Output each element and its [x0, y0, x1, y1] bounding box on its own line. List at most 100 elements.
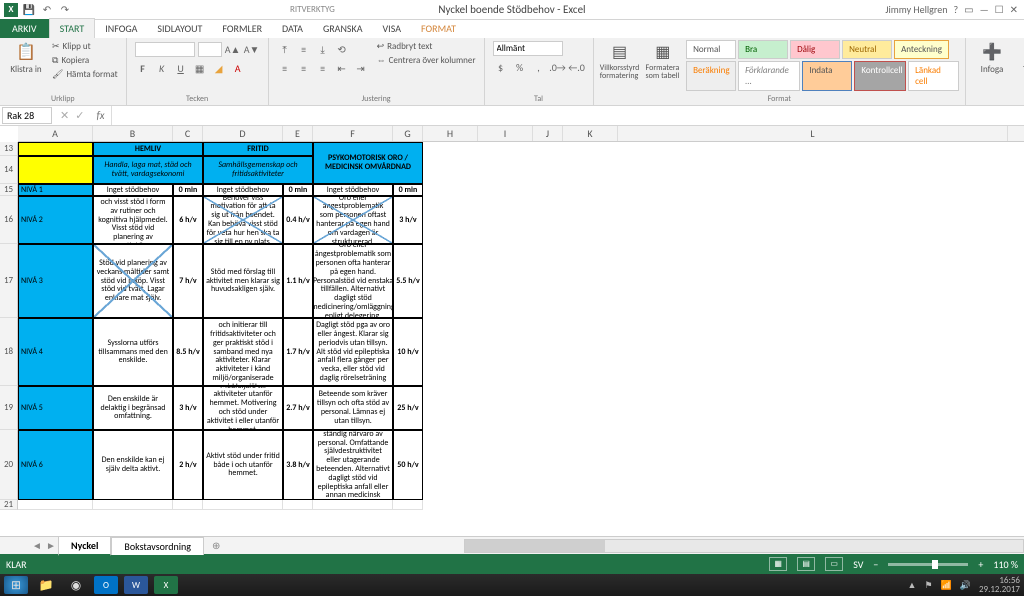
col-header-C[interactable]: C — [173, 126, 203, 141]
style-neutral[interactable]: Neutral — [842, 40, 892, 59]
cell-F21[interactable] — [313, 500, 393, 510]
sheet-tab-bokstav[interactable]: Bokstavsordning — [111, 537, 204, 555]
row-header-19[interactable]: 19 — [0, 386, 18, 430]
formula-input[interactable] — [111, 106, 1024, 125]
tab-file[interactable]: ARKIV — [0, 19, 49, 38]
cell-D16[interactable]: Behöver viss motivation för att ta sig u… — [203, 196, 283, 244]
cell-E18[interactable]: 1.7 h/v — [283, 318, 313, 386]
zoom-knob[interactable] — [932, 560, 938, 569]
cell-B18[interactable]: Sysslorna utförs tillsammans med den ens… — [93, 318, 173, 386]
row-header-13[interactable]: 13 — [0, 142, 18, 156]
merge-center-button[interactable]: ⇔Centrera över kolumner — [375, 54, 478, 67]
col-header-G[interactable]: G — [393, 126, 423, 141]
cell-C19[interactable]: 3 h/v — [173, 386, 203, 430]
sheet-tab-nyckel[interactable]: Nyckel — [58, 536, 111, 556]
cell-B19[interactable]: Den enskilde är delaktig i begränsad omf… — [93, 386, 173, 430]
col-header-F[interactable]: F — [313, 126, 393, 141]
taskbar-excel-icon[interactable]: X — [154, 576, 178, 594]
col-header-A[interactable]: A — [18, 126, 93, 141]
sheet-nav-prev[interactable]: ◄ — [30, 539, 44, 552]
zoom-in-button[interactable]: + — [978, 558, 983, 571]
col-header-J[interactable]: J — [533, 126, 563, 141]
cell-C21[interactable] — [173, 500, 203, 510]
qat-save-icon[interactable]: 💾 — [22, 3, 36, 17]
inc-decimal-icon[interactable]: .0→ — [550, 59, 566, 75]
cell-F17[interactable]: Oro eller ångestproblematik som personen… — [313, 244, 393, 318]
cell-B16[interactable]: Behöver påminnelse och visst stöd i form… — [93, 196, 173, 244]
row-header-16[interactable]: 16 — [0, 196, 18, 244]
cell-A18[interactable]: NIVÅ 4 — [18, 318, 93, 386]
align-top-icon[interactable]: ⤒ — [277, 41, 293, 57]
underline-icon[interactable]: U — [173, 60, 189, 76]
cell-A14[interactable] — [18, 156, 93, 184]
row-header-20[interactable]: 20 — [0, 430, 18, 500]
style-normal[interactable]: Normal — [686, 40, 736, 59]
cell-C15[interactable]: 0 min — [173, 184, 203, 196]
copy-button[interactable]: ⧉Kopiera — [50, 54, 120, 67]
format-as-table-button[interactable]: ▦Formatera som tabell — [644, 40, 683, 82]
col-header-D[interactable]: D — [203, 126, 283, 141]
horizontal-scrollbar[interactable] — [464, 539, 1024, 553]
add-sheet-button[interactable]: ⊕ — [204, 537, 228, 554]
cell-G15[interactable]: 0 min — [393, 184, 423, 196]
cell-G21[interactable] — [393, 500, 423, 510]
wrap-text-button[interactable]: ↩Radbryt text — [375, 40, 478, 53]
font-size-input[interactable] — [198, 42, 222, 57]
col-header-L[interactable]: L — [618, 126, 1008, 141]
style-dalig[interactable]: Dålig — [790, 40, 840, 59]
cell-G20[interactable]: 50 h/v — [393, 430, 423, 500]
cell-E19[interactable]: 2.7 h/v — [283, 386, 313, 430]
cell-A19[interactable]: NIVÅ 5 — [18, 386, 93, 430]
style-lankad[interactable]: Länkad cell — [908, 61, 959, 91]
taskbar-explorer-icon[interactable]: 📁 — [34, 576, 58, 594]
row-headers[interactable]: 131415161718192021 — [0, 142, 18, 510]
align-middle-icon[interactable]: ≡ — [296, 41, 312, 57]
indent-inc-icon[interactable]: ⇥ — [353, 60, 369, 76]
insert-cells-button[interactable]: ➕Infoga — [972, 40, 1012, 77]
qat-undo-icon[interactable]: ↶ — [40, 3, 54, 17]
cell-A17[interactable]: NIVÅ 3 — [18, 244, 93, 318]
align-right-icon[interactable]: ≡ — [315, 60, 331, 76]
col-header-K[interactable]: K — [563, 126, 618, 141]
cell-F18[interactable]: Dagligt stöd pga av oro eller ångest. Kl… — [313, 318, 393, 386]
cells-area[interactable]: HEMLIV FRITID PSYKOMOTORISK ORO / MEDICI… — [18, 142, 423, 510]
sheet-nav-next[interactable]: ► — [44, 539, 58, 552]
sub-hemliv[interactable]: Handla, laga mat, städ och tvätt, vardag… — [93, 156, 203, 184]
help-icon[interactable]: ? — [953, 3, 958, 16]
cell-A16[interactable]: NIVÅ 2 — [18, 196, 93, 244]
grow-font-icon[interactable]: A▲ — [225, 41, 241, 57]
cell-G17[interactable]: 5.5 h/v — [393, 244, 423, 318]
taskbar-chrome-icon[interactable]: ◉ — [64, 576, 88, 594]
cell-G19[interactable]: 25 h/v — [393, 386, 423, 430]
italic-icon[interactable]: K — [154, 60, 170, 76]
spreadsheet-grid[interactable]: ABCDEFGHIJKL 131415161718192021 HEMLIV F… — [0, 126, 1024, 536]
tab-infoga[interactable]: INFOGA — [95, 19, 147, 38]
col-header-I[interactable]: I — [478, 126, 533, 141]
close-icon[interactable]: ✕ — [1010, 3, 1018, 16]
cancel-formula-icon[interactable]: ✕ — [60, 109, 69, 122]
row-header-15[interactable]: 15 — [0, 184, 18, 196]
conditional-format-button[interactable]: ▤Villkorsstyrd formatering — [600, 40, 640, 82]
style-forklarande[interactable]: Förklarande ... — [738, 61, 800, 91]
style-indata[interactable]: Indata — [802, 61, 852, 91]
sub-fritid[interactable]: Samhällsgemenskap och fritidsaktiviteter — [203, 156, 313, 184]
align-center-icon[interactable]: ≡ — [296, 60, 312, 76]
cell-C20[interactable]: 2 h/v — [173, 430, 203, 500]
column-headers[interactable]: ABCDEFGHIJKL — [18, 126, 1024, 142]
col-header-E[interactable]: E — [283, 126, 313, 141]
header-hemliv[interactable]: HEMLIV — [93, 142, 203, 156]
format-painter-button[interactable]: 🖌Hämta format — [50, 68, 120, 81]
row-header-14[interactable]: 14 — [0, 156, 18, 184]
percent-icon[interactable]: % — [512, 59, 528, 75]
maximize-icon[interactable]: ☐ — [995, 3, 1004, 16]
taskbar-outlook-icon[interactable]: O — [94, 576, 118, 594]
scrollbar-thumb[interactable] — [465, 540, 605, 552]
cell-B20[interactable]: Den enskilde kan ej själv delta aktivt. — [93, 430, 173, 500]
style-anteckning[interactable]: Anteckning — [894, 40, 949, 59]
cell-C18[interactable]: 8.5 h/v — [173, 318, 203, 386]
cell-D18[interactable]: Personal motiverar och initierar till fr… — [203, 318, 283, 386]
style-berakning[interactable]: Beräkning — [686, 61, 736, 91]
align-bottom-icon[interactable]: ⤓ — [315, 41, 331, 57]
cell-G18[interactable]: 10 h/v — [393, 318, 423, 386]
style-bra[interactable]: Bra — [738, 40, 788, 59]
